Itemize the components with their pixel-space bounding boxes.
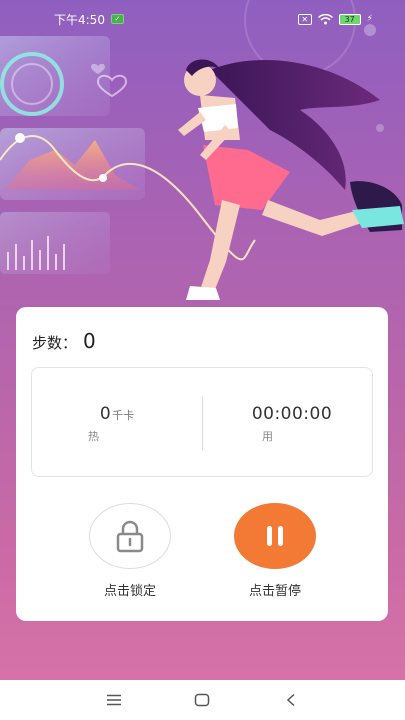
menu-button[interactable] (99, 685, 129, 715)
calories-caption: 热 (88, 430, 99, 443)
lock-button[interactable] (89, 503, 171, 569)
sim-off-icon: ✕ (297, 13, 312, 25)
pause-button[interactable] (234, 503, 316, 569)
calories-unit: 千卡 (112, 409, 135, 422)
workout-card: 步数： 0 0 千卡 热 00:00:00 用 点击锁定 点击暂停 (16, 307, 388, 621)
notification-icon: ✓ (110, 14, 124, 24)
duration-stat: 00:00:00 用 (232, 404, 352, 444)
app-screen: 下午4:50 ✓ ✕ 37 ⚡ 步数： 0 0 千卡 热 00:00:00 用 … (0, 0, 405, 680)
lock-label: 点击锁定 (103, 584, 156, 599)
stats-divider (202, 396, 203, 450)
status-right: ✕ 37 ⚡ (297, 13, 373, 25)
status-bar: 下午4:50 ✓ ✕ 37 ⚡ (0, 0, 405, 38)
steps-label: 步数： (32, 334, 78, 352)
duration-caption: 用 (262, 430, 273, 443)
calories-value: 0 (99, 404, 112, 424)
pause-label: 点击暂停 (248, 584, 301, 599)
pause-action: 点击暂停 (233, 503, 317, 599)
charging-icon: ⚡ (366, 14, 373, 24)
system-nav-bar (0, 680, 405, 720)
back-icon (286, 693, 295, 707)
battery-icon: 37 (338, 13, 361, 25)
pause-icon (267, 526, 283, 546)
back-button[interactable] (276, 685, 306, 715)
steps-row: 步数： 0 (32, 329, 96, 353)
status-time: 下午4:50 (54, 12, 105, 27)
lock-action: 点击锁定 (88, 503, 172, 599)
home-icon (195, 693, 210, 707)
home-button[interactable] (187, 685, 217, 715)
wifi-icon (317, 13, 333, 24)
lock-icon (116, 520, 144, 553)
menu-icon (107, 694, 122, 706)
stats-panel: 0 千卡 热 00:00:00 用 (31, 367, 373, 477)
runner-illustration (0, 0, 404, 300)
steps-value: 0 (83, 329, 96, 353)
status-left: 下午4:50 ✓ (54, 11, 124, 28)
duration-value: 00:00:00 (251, 404, 333, 424)
calories-stat: 0 千卡 热 (62, 404, 172, 444)
